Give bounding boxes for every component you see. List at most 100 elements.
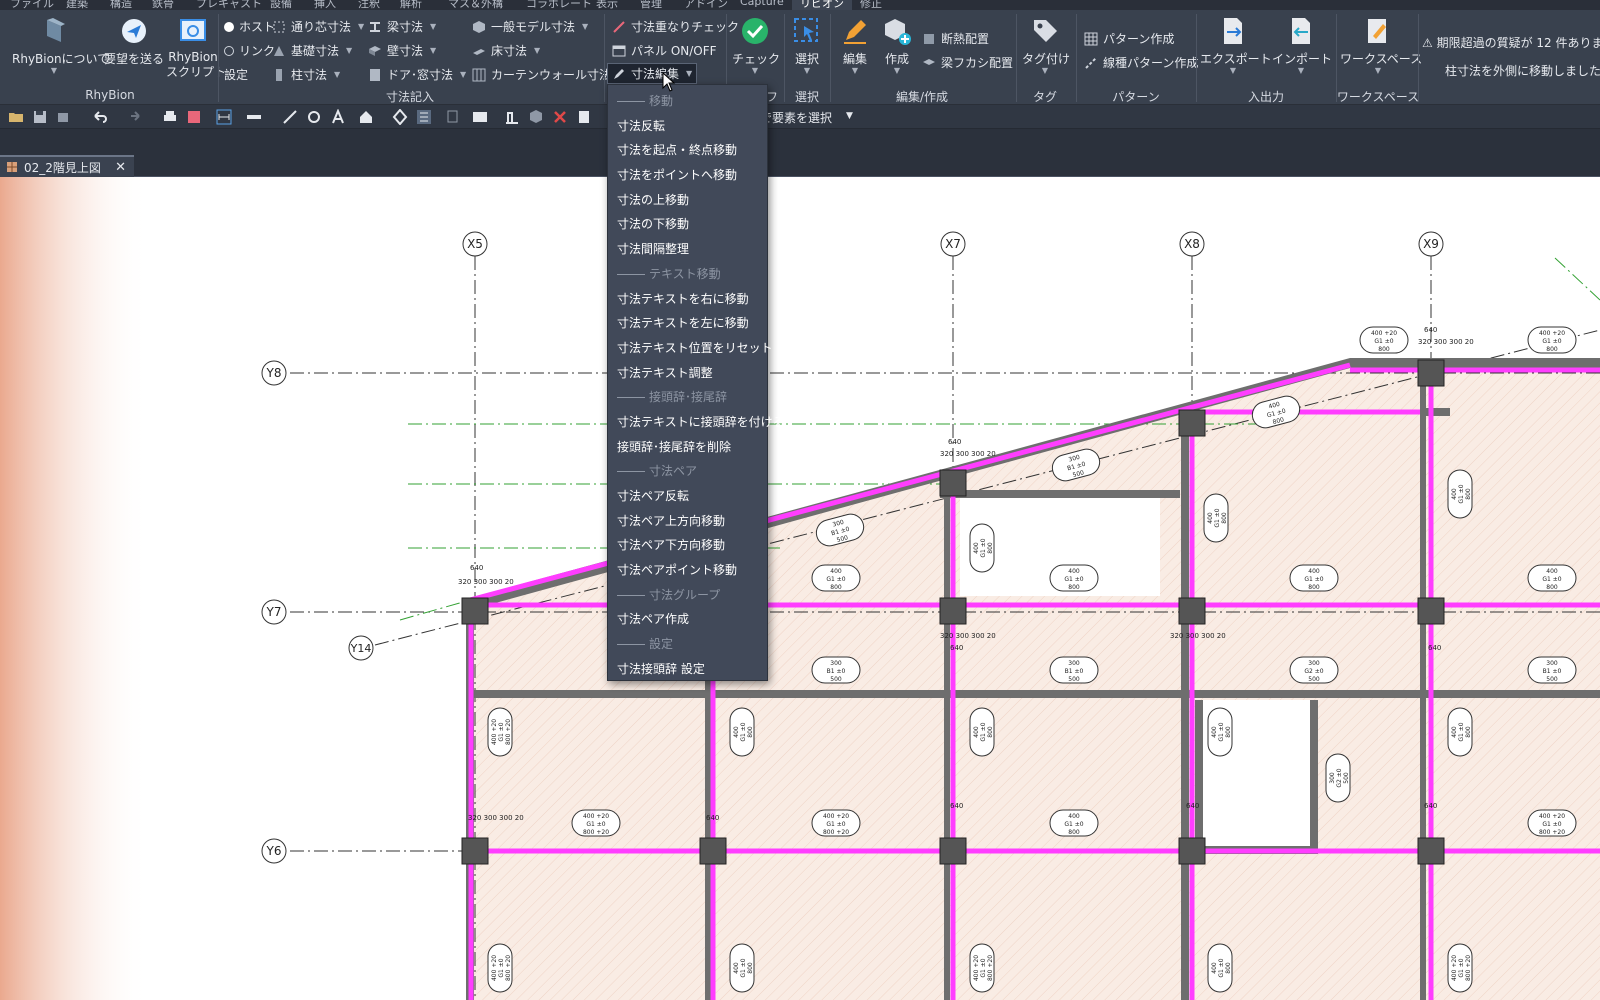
panel-toggle-button[interactable]: パネル ON/OFF bbox=[612, 42, 717, 59]
sync-icon[interactable] bbox=[56, 109, 72, 125]
link-radio[interactable]: リンク bbox=[224, 42, 275, 59]
clipboard-icon[interactable] bbox=[576, 109, 592, 125]
print-icon[interactable] bbox=[162, 109, 178, 125]
menu-item-move-to-point[interactable]: 寸法をポイントへ移動 bbox=[608, 163, 767, 188]
home-view-icon[interactable] bbox=[358, 109, 374, 125]
delete-icon[interactable] bbox=[552, 109, 568, 125]
menu-item-move-start-end[interactable]: 寸法を起点・終点移動 bbox=[608, 138, 767, 163]
menu-item-flip-dim[interactable]: 寸法反転 bbox=[608, 114, 767, 139]
menu-item-collab[interactable]: コラボレート bbox=[526, 0, 592, 10]
grid-dim-button[interactable]: 通り芯寸法 ▼ bbox=[272, 18, 364, 35]
column-dim-button[interactable]: 柱寸法 ▼ bbox=[272, 66, 340, 83]
check-button[interactable]: チェック ▼ bbox=[732, 16, 780, 75]
grid-bubble-x9[interactable]: X9 bbox=[1418, 231, 1444, 257]
host-radio[interactable]: ホスト bbox=[224, 18, 275, 35]
dim-overlap-check-button[interactable]: 寸法重なりチェック bbox=[612, 18, 739, 35]
menu-item-insert[interactable]: 挿入 bbox=[314, 0, 336, 10]
menu-item-move-down[interactable]: 寸法の下移動 bbox=[608, 212, 767, 237]
wall-dim-button[interactable]: 壁寸法 ▼ bbox=[368, 42, 436, 59]
close-icon[interactable]: ✕ bbox=[115, 160, 126, 175]
grid-bubble-y14[interactable]: Y14 bbox=[348, 635, 374, 661]
curtain-wall-dim-button[interactable]: カーテンウォール寸法▼ bbox=[472, 66, 624, 83]
switch-window-icon[interactable] bbox=[472, 109, 488, 125]
export-button[interactable]: エクスポート ▼ bbox=[1200, 16, 1272, 75]
3d-view-icon[interactable] bbox=[528, 109, 544, 125]
beam-haunch-button[interactable]: 梁フカシ配置 bbox=[922, 54, 1013, 71]
menu-item-addins[interactable]: アドイン bbox=[684, 0, 728, 10]
settings-button[interactable]: 設定 bbox=[224, 66, 248, 83]
menu-item-move-up[interactable]: 寸法の上移動 bbox=[608, 188, 767, 213]
undo-icon[interactable] bbox=[92, 109, 108, 125]
beam-dim-button[interactable]: 梁寸法 ▼ bbox=[368, 18, 436, 35]
grid-bubble-x7[interactable]: X7 bbox=[940, 231, 966, 257]
menu-item-pair-flip[interactable]: 寸法ペア反転 bbox=[608, 484, 767, 509]
insulation-place-button[interactable]: 断熱配置 bbox=[922, 30, 989, 47]
menu-item-arrange-spacing[interactable]: 寸法間隔整理 bbox=[608, 237, 767, 262]
menu-item-pair-point[interactable]: 寸法ペアポイント移動 bbox=[608, 558, 767, 583]
menu-item-precast[interactable]: プレキャスト bbox=[196, 0, 262, 10]
linetype-pattern-button[interactable]: 線種パターン作成 bbox=[1084, 54, 1198, 71]
workspace-button[interactable]: ワークスペース ▼ bbox=[1340, 16, 1422, 75]
menu-item-annotate[interactable]: 注釈 bbox=[358, 0, 380, 10]
door-window-dim-button[interactable]: ドア･窓寸法 ▼ bbox=[368, 66, 466, 83]
menu-item-rhybion[interactable]: リビオン bbox=[792, 0, 852, 10]
properties-icon[interactable] bbox=[416, 109, 432, 125]
rhybion-script-button[interactable]: RhyBion スクリプト bbox=[166, 16, 226, 80]
menu-item-pair-up[interactable]: 寸法ペア上方向移動 bbox=[608, 509, 767, 534]
menu-item-steel[interactable]: 鉄骨 bbox=[152, 0, 174, 10]
menu-item-mep[interactable]: 設備 bbox=[270, 0, 292, 10]
dimension-tool-icon[interactable] bbox=[216, 109, 232, 125]
save-icon[interactable] bbox=[32, 109, 48, 125]
menu-item-arch[interactable]: 建築 bbox=[66, 0, 88, 10]
edit-button[interactable]: 編集 ▼ bbox=[836, 16, 874, 75]
select-button[interactable]: 選択 ▼ bbox=[788, 16, 826, 75]
grid-bubble-x8[interactable]: X8 bbox=[1179, 231, 1205, 257]
spot-elevation-icon[interactable] bbox=[306, 109, 322, 125]
menu-item-manage[interactable]: 管理 bbox=[640, 0, 662, 10]
open-folder-icon[interactable] bbox=[8, 109, 24, 125]
rhybion-about-button[interactable]: RhyBionについて ▼ bbox=[12, 16, 109, 75]
menu-item-capture[interactable]: Capture bbox=[740, 0, 784, 8]
aligned-dim-icon[interactable] bbox=[282, 109, 298, 125]
menu-item-analyze[interactable]: 解析 bbox=[400, 0, 422, 10]
send-feedback-button[interactable]: 要望を送る bbox=[104, 16, 164, 67]
redo-icon[interactable] bbox=[126, 109, 142, 125]
tag-button[interactable]: タグ付け ▼ bbox=[1022, 16, 1070, 75]
measure-icon[interactable] bbox=[246, 109, 262, 125]
menu-item-text-left[interactable]: 寸法テキストを左に移動 bbox=[608, 311, 767, 336]
menu-item-prefix-settings[interactable]: 寸法接頭辞 設定 bbox=[608, 657, 767, 682]
create-button[interactable]: 作成 ▼ bbox=[878, 16, 916, 75]
menu-item-remove-prefix-suffix[interactable]: 接頭辞･接尾辞を削除 bbox=[608, 435, 767, 460]
copy-icon[interactable] bbox=[446, 109, 462, 125]
section-icon[interactable] bbox=[392, 109, 408, 125]
drawing-canvas[interactable]: 640 320 300 300 20 640 320 300 300 20 64… bbox=[0, 177, 1600, 1000]
text-icon[interactable] bbox=[330, 109, 346, 125]
chevron-down-icon[interactable]: ▼ bbox=[846, 111, 853, 121]
document-tab[interactable]: 02_2階見上図 ✕ bbox=[0, 155, 134, 177]
menu-item-view[interactable]: 表示 bbox=[596, 0, 618, 10]
menu-item-pair-create[interactable]: 寸法ペア作成 bbox=[608, 607, 767, 632]
import-button[interactable]: インポート ▼ bbox=[1272, 16, 1332, 75]
pattern-create-button[interactable]: パターン作成 bbox=[1084, 30, 1174, 47]
menu-item-struct[interactable]: 構造 bbox=[110, 0, 132, 10]
menu-item-text-reset[interactable]: 寸法テキスト位置をリセット bbox=[608, 336, 773, 361]
menu-item-pair-down[interactable]: 寸法ペア下方向移動 bbox=[608, 533, 767, 558]
export-pdf-icon[interactable] bbox=[186, 109, 202, 125]
menu-item-massing[interactable]: マス＆外構 bbox=[448, 0, 503, 10]
menu-item-file[interactable]: ファイル bbox=[10, 0, 54, 10]
align-icon[interactable] bbox=[504, 109, 520, 125]
grid-bubble-y8[interactable]: Y8 bbox=[261, 360, 287, 386]
grid-bubble-y6[interactable]: Y6 bbox=[261, 838, 287, 864]
grid-bubble-x5[interactable]: X5 bbox=[462, 231, 488, 257]
menu-item-modify[interactable]: 修正 bbox=[860, 0, 882, 10]
model-dim-button[interactable]: 一般モデル寸法 ▼ bbox=[472, 18, 588, 35]
floor-dim-button[interactable]: 床寸法 ▼ bbox=[472, 42, 540, 59]
grid-bubble-y7[interactable]: Y7 bbox=[261, 599, 287, 625]
select-filter-label[interactable]: で要素を選択 bbox=[760, 109, 832, 126]
menu-item-text-adjust[interactable]: 寸法テキスト調整 bbox=[608, 361, 767, 386]
foundation-dim-button[interactable]: 基礎寸法 ▼ bbox=[272, 42, 352, 59]
dim-edit-button[interactable]: 寸法編集 ▼ bbox=[606, 63, 698, 84]
menu-item-text-right[interactable]: 寸法テキストを右に移動 bbox=[608, 287, 767, 312]
menu-item-add-prefix[interactable]: 寸法テキストに接頭辞を付ける bbox=[608, 410, 785, 435]
overdue-notice[interactable]: ⚠ 期限超過の質疑が 12 件あります bbox=[1422, 34, 1600, 51]
